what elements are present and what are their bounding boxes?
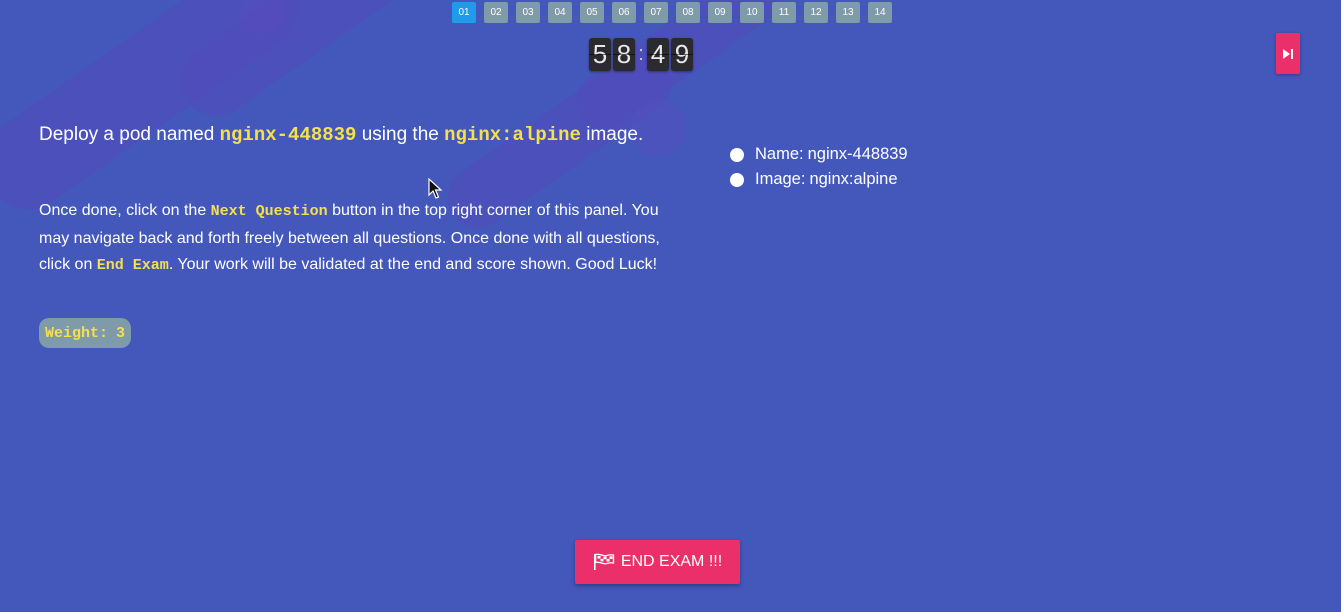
checklist-item-label: Image: xyxy=(755,170,806,188)
question-10-button[interactable]: 10 xyxy=(740,2,764,23)
question-text: Deploy a pod named nginx-448839 using th… xyxy=(39,121,659,149)
checklist-item-value: nginx-448839 xyxy=(807,145,908,163)
countdown-timer: 5 8 : 4 9 xyxy=(589,38,695,71)
question-12-button[interactable]: 12 xyxy=(804,2,828,23)
timer-seconds-tens: 4 xyxy=(647,38,669,71)
next-question-button[interactable] xyxy=(1276,33,1300,74)
bullet-dot-icon xyxy=(730,147,744,162)
timer-minutes-ones: 8 xyxy=(613,38,635,71)
question-07-button[interactable]: 07 xyxy=(644,2,668,23)
question-04-button[interactable]: 04 xyxy=(548,2,572,23)
weight-value: 3 xyxy=(116,324,126,342)
mouse-cursor-icon xyxy=(428,178,443,199)
question-02-button[interactable]: 02 xyxy=(484,2,508,23)
checklist-item: Name: nginx-448839 xyxy=(730,142,908,167)
instructions-text-part: Once done, click on the xyxy=(39,202,211,219)
question-text-part: image. xyxy=(580,124,644,145)
checklist-item: Image: nginx:alpine xyxy=(730,167,908,192)
question-05-button[interactable]: 05 xyxy=(580,2,604,23)
question-01-button[interactable]: 01 xyxy=(452,2,476,23)
question-09-button[interactable]: 09 xyxy=(708,2,732,23)
task-checklist: Name: nginx-448839 Image: nginx:alpine xyxy=(730,142,908,192)
timer-separator: : xyxy=(638,43,644,65)
timer-minutes-tens: 5 xyxy=(589,38,611,71)
question-06-button[interactable]: 06 xyxy=(612,2,636,23)
image-name-code: nginx:alpine xyxy=(444,124,581,146)
checklist-item-label: Name: xyxy=(755,145,804,163)
question-navigation: 01 02 03 04 05 06 07 08 09 10 11 12 13 1… xyxy=(452,2,892,23)
bullet-dot-icon xyxy=(730,172,744,187)
flag-icon xyxy=(593,553,614,570)
question-13-button[interactable]: 13 xyxy=(836,2,860,23)
weight-badge: Weight: 3 xyxy=(39,318,132,348)
question-08-button[interactable]: 08 xyxy=(676,2,700,23)
end-exam-button[interactable]: END EXAM !!! xyxy=(575,540,740,584)
question-14-button[interactable]: 14 xyxy=(868,2,892,23)
end-exam-code: End Exam xyxy=(96,257,169,274)
instructions-text-part: . Your work will be validated at the end… xyxy=(168,256,658,273)
question-03-button[interactable]: 03 xyxy=(516,2,540,23)
question-11-button[interactable]: 11 xyxy=(772,2,796,23)
pod-name-code: nginx-448839 xyxy=(219,124,357,146)
background-decoration xyxy=(0,0,1344,612)
question-text-part: using the xyxy=(356,124,445,145)
skip-next-icon xyxy=(1283,48,1293,59)
question-text-part: Deploy a pod named xyxy=(39,124,220,145)
exam-instructions: Once done, click on the Next Question bu… xyxy=(39,198,669,280)
next-question-code: Next Question xyxy=(210,203,328,220)
timer-seconds-ones: 9 xyxy=(671,38,693,71)
checklist-item-value: nginx:alpine xyxy=(809,170,898,188)
end-exam-label: END EXAM !!! xyxy=(620,553,723,570)
weight-label: Weight: xyxy=(45,324,109,342)
